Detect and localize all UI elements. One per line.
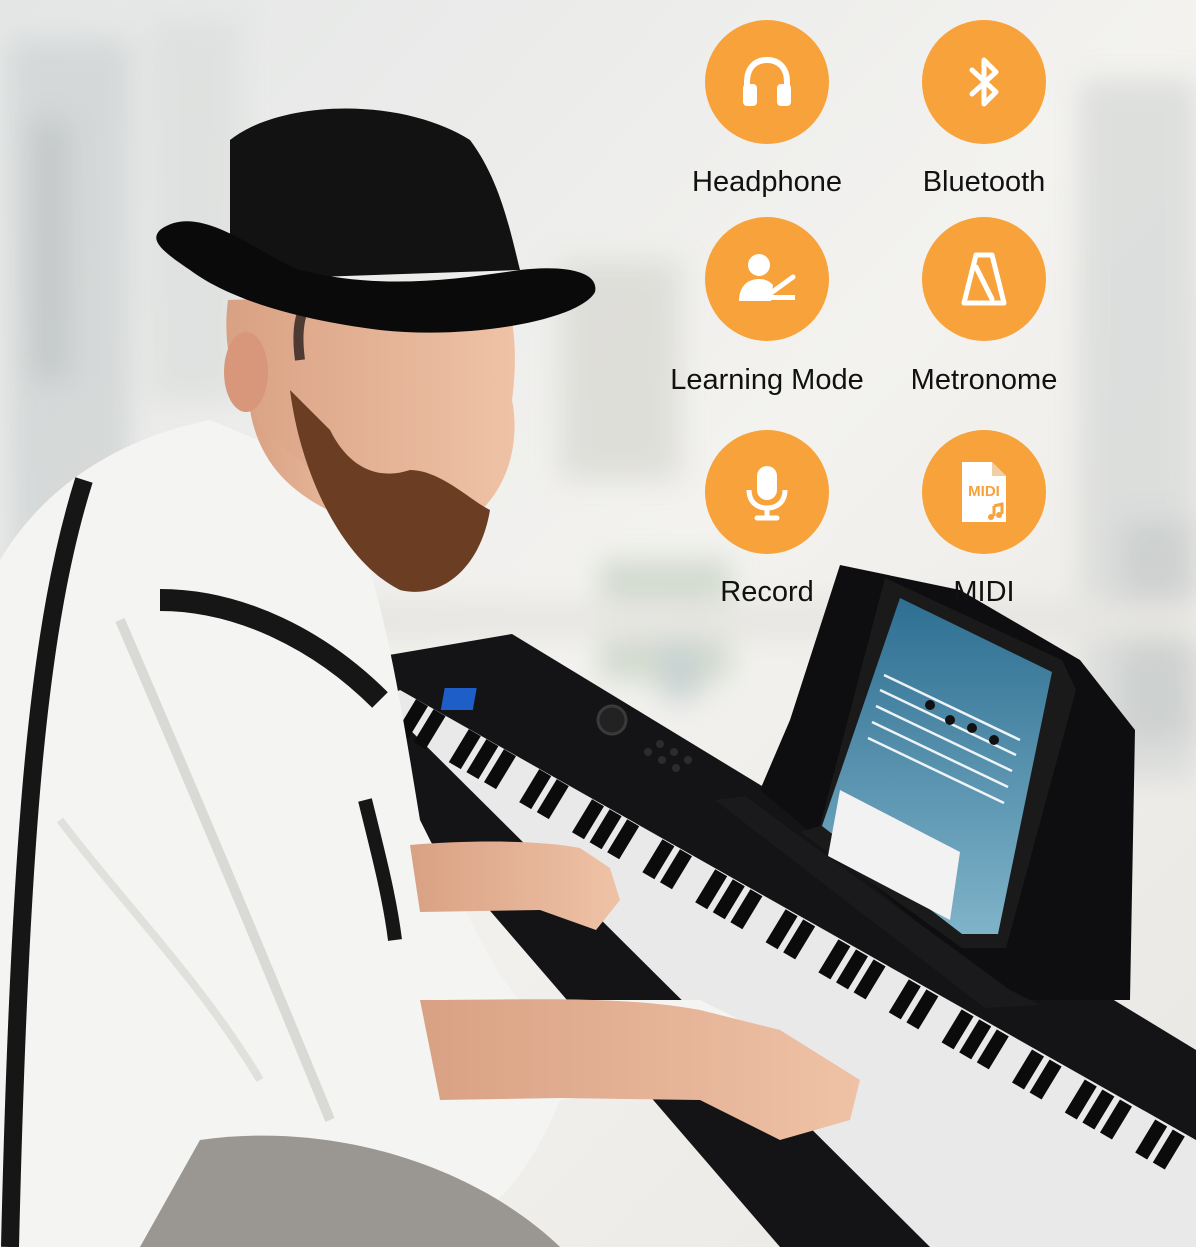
feature-headphone-label: Headphone <box>692 166 842 198</box>
feature-record: Record <box>657 430 877 609</box>
feature-midi: MIDI MIDI <box>874 430 1094 609</box>
feature-bluetooth: Bluetooth <box>874 20 1094 199</box>
feature-headphone: Headphone <box>657 20 877 199</box>
feature-headphone-badge <box>705 20 829 144</box>
feature-record-label: Record <box>720 576 814 608</box>
lcd-display <box>440 688 477 710</box>
bluetooth-icon <box>969 57 999 107</box>
feature-midi-badge: MIDI <box>922 430 1046 554</box>
feature-learning-mode-badge <box>705 217 829 341</box>
feature-learning-mode: Learning Mode <box>657 217 877 397</box>
headphone-icon <box>743 56 791 106</box>
feature-metronome-label: Metronome <box>910 364 1058 396</box>
volume-knob <box>596 704 628 736</box>
feature-learning-mode-label: Learning Mode <box>670 364 864 396</box>
product-photo: Headphone Bluetooth Learning Mode Metron… <box>0 0 1196 1247</box>
feature-bluetooth-label: Bluetooth <box>922 166 1046 198</box>
feature-metronome-badge <box>922 217 1046 341</box>
feature-bluetooth-badge <box>922 20 1046 144</box>
metronome-icon <box>961 252 1007 306</box>
teacher-icon <box>739 254 796 301</box>
feature-midi-label: MIDI <box>953 576 1015 608</box>
microphone-icon <box>746 466 788 521</box>
midi-file-icon-text: MIDI <box>968 483 1000 500</box>
feature-metronome: Metronome <box>874 217 1094 397</box>
feature-record-badge <box>705 430 829 554</box>
midi-file-icon: MIDI <box>962 462 1006 522</box>
